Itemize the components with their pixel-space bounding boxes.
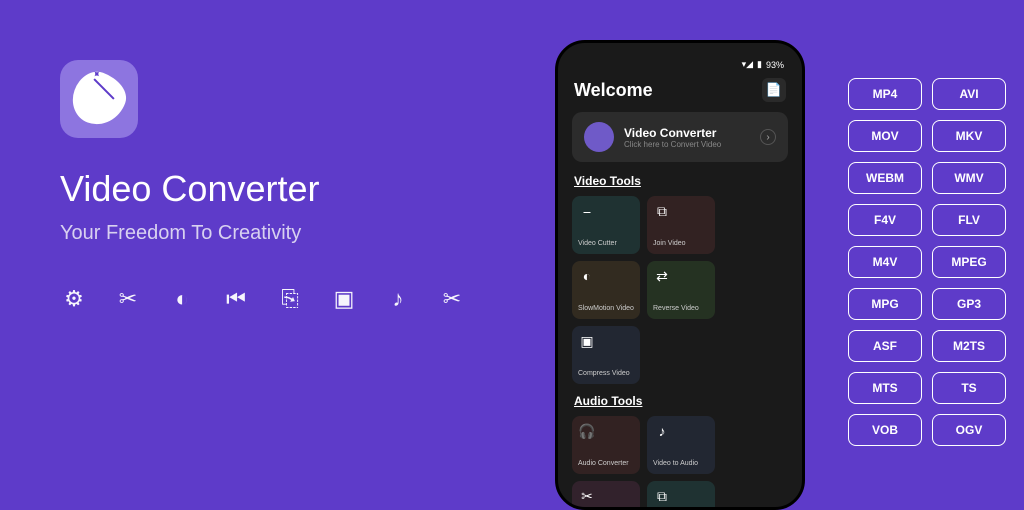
feature-icon: ⎘ [276, 285, 304, 313]
chevron-right-icon: › [760, 129, 776, 145]
feature-icon: ♪ [384, 285, 412, 313]
converter-title: Video Converter [624, 126, 750, 140]
tool-icon: ⧉ [653, 487, 671, 505]
app-title: Video Converter [60, 168, 540, 210]
tool-tile[interactable]: ✂ Cut Audio [572, 481, 640, 510]
tool-icon: ⇄ [653, 267, 671, 285]
tool-label: Video Cutter [578, 240, 634, 248]
app-tagline: Your Freedom To Creativity [60, 222, 540, 245]
battery-icon: ▮ [757, 59, 762, 70]
status-bar: ▾◢ ▮ 93% [572, 57, 788, 72]
tool-tile[interactable]: ▣ Compress Video [572, 326, 640, 384]
feature-icon: ✂ [438, 285, 466, 313]
tool-icon: ▣ [578, 332, 596, 350]
format-chip: VOB [848, 414, 922, 446]
tool-tile[interactable]: ⧉ Join Audio [647, 481, 715, 510]
tool-icon: ⎯ [578, 202, 596, 220]
format-chip: OGV [932, 414, 1006, 446]
tool-tile[interactable]: ◐ SlowMotion Video [572, 261, 640, 319]
format-chip: GP3 [932, 288, 1006, 320]
format-chip: FLV [932, 204, 1006, 236]
format-chip: MPEG [932, 246, 1006, 278]
tool-label: Video to Audio [653, 460, 709, 468]
feature-icon: ✂ [114, 285, 142, 313]
converter-card[interactable]: Video Converter Click here to Convert Vi… [572, 112, 788, 162]
files-icon[interactable]: 📄 [762, 78, 786, 102]
feature-icon: ▣ [330, 285, 358, 313]
feature-icon: ⏮ [222, 285, 250, 313]
feature-icon: ⚙ [60, 285, 88, 313]
format-chip: M4V [848, 246, 922, 278]
tool-tile[interactable]: 🎧 Audio Converter [572, 416, 640, 474]
feature-icon-row: ⚙ ✂ ◐ ⏮ ⎘ ▣ ♪ ✂ [60, 285, 540, 313]
battery-percent: 93% [766, 60, 784, 70]
format-chip: M2TS [932, 330, 1006, 362]
feature-icon: ◐ [168, 285, 196, 313]
tool-icon: 🎧 [578, 422, 596, 440]
welcome-heading: Welcome [574, 80, 653, 101]
tool-tile[interactable]: ⇄ Reverse Video [647, 261, 715, 319]
tool-label: Compress Video [578, 370, 634, 378]
tool-tile[interactable]: ⧉ Join Video [647, 196, 715, 254]
format-chip: MPG [848, 288, 922, 320]
converter-icon [584, 122, 614, 152]
format-chip: MTS [848, 372, 922, 404]
tool-tile[interactable]: ⎯ Video Cutter [572, 196, 640, 254]
signal-icon: ▾◢ [742, 59, 753, 70]
video-tools-heading: Video Tools [574, 174, 786, 188]
format-chip: WEBM [848, 162, 922, 194]
tool-label: Audio Converter [578, 460, 634, 468]
format-chip: WMV [932, 162, 1006, 194]
phone-mockup: ▾◢ ▮ 93% Welcome 📄 Video Converter Click… [555, 40, 805, 510]
tool-tile[interactable]: ♪ Video to Audio [647, 416, 715, 474]
format-chip: ASF [848, 330, 922, 362]
tool-icon: ⧉ [653, 202, 671, 220]
tool-label: Reverse Video [653, 305, 709, 313]
tool-label: Join Video [653, 240, 709, 248]
format-chip: MP4 [848, 78, 922, 110]
format-list: MP4 MOV WEBM F4V M4V MPG ASF MTS VOB AVI MKV WMV FL… [848, 78, 1006, 446]
app-icon [60, 60, 138, 138]
tool-icon: ♪ [653, 422, 671, 440]
format-chip: MKV [932, 120, 1006, 152]
tool-icon: ◐ [578, 267, 596, 285]
format-chip: MOV [848, 120, 922, 152]
format-chip: AVI [932, 78, 1006, 110]
tool-icon: ✂ [578, 487, 596, 505]
format-chip: TS [932, 372, 1006, 404]
format-chip: F4V [848, 204, 922, 236]
tool-label: SlowMotion Video [578, 305, 634, 313]
converter-subtitle: Click here to Convert Video [624, 140, 750, 149]
audio-tools-heading: Audio Tools [574, 394, 786, 408]
